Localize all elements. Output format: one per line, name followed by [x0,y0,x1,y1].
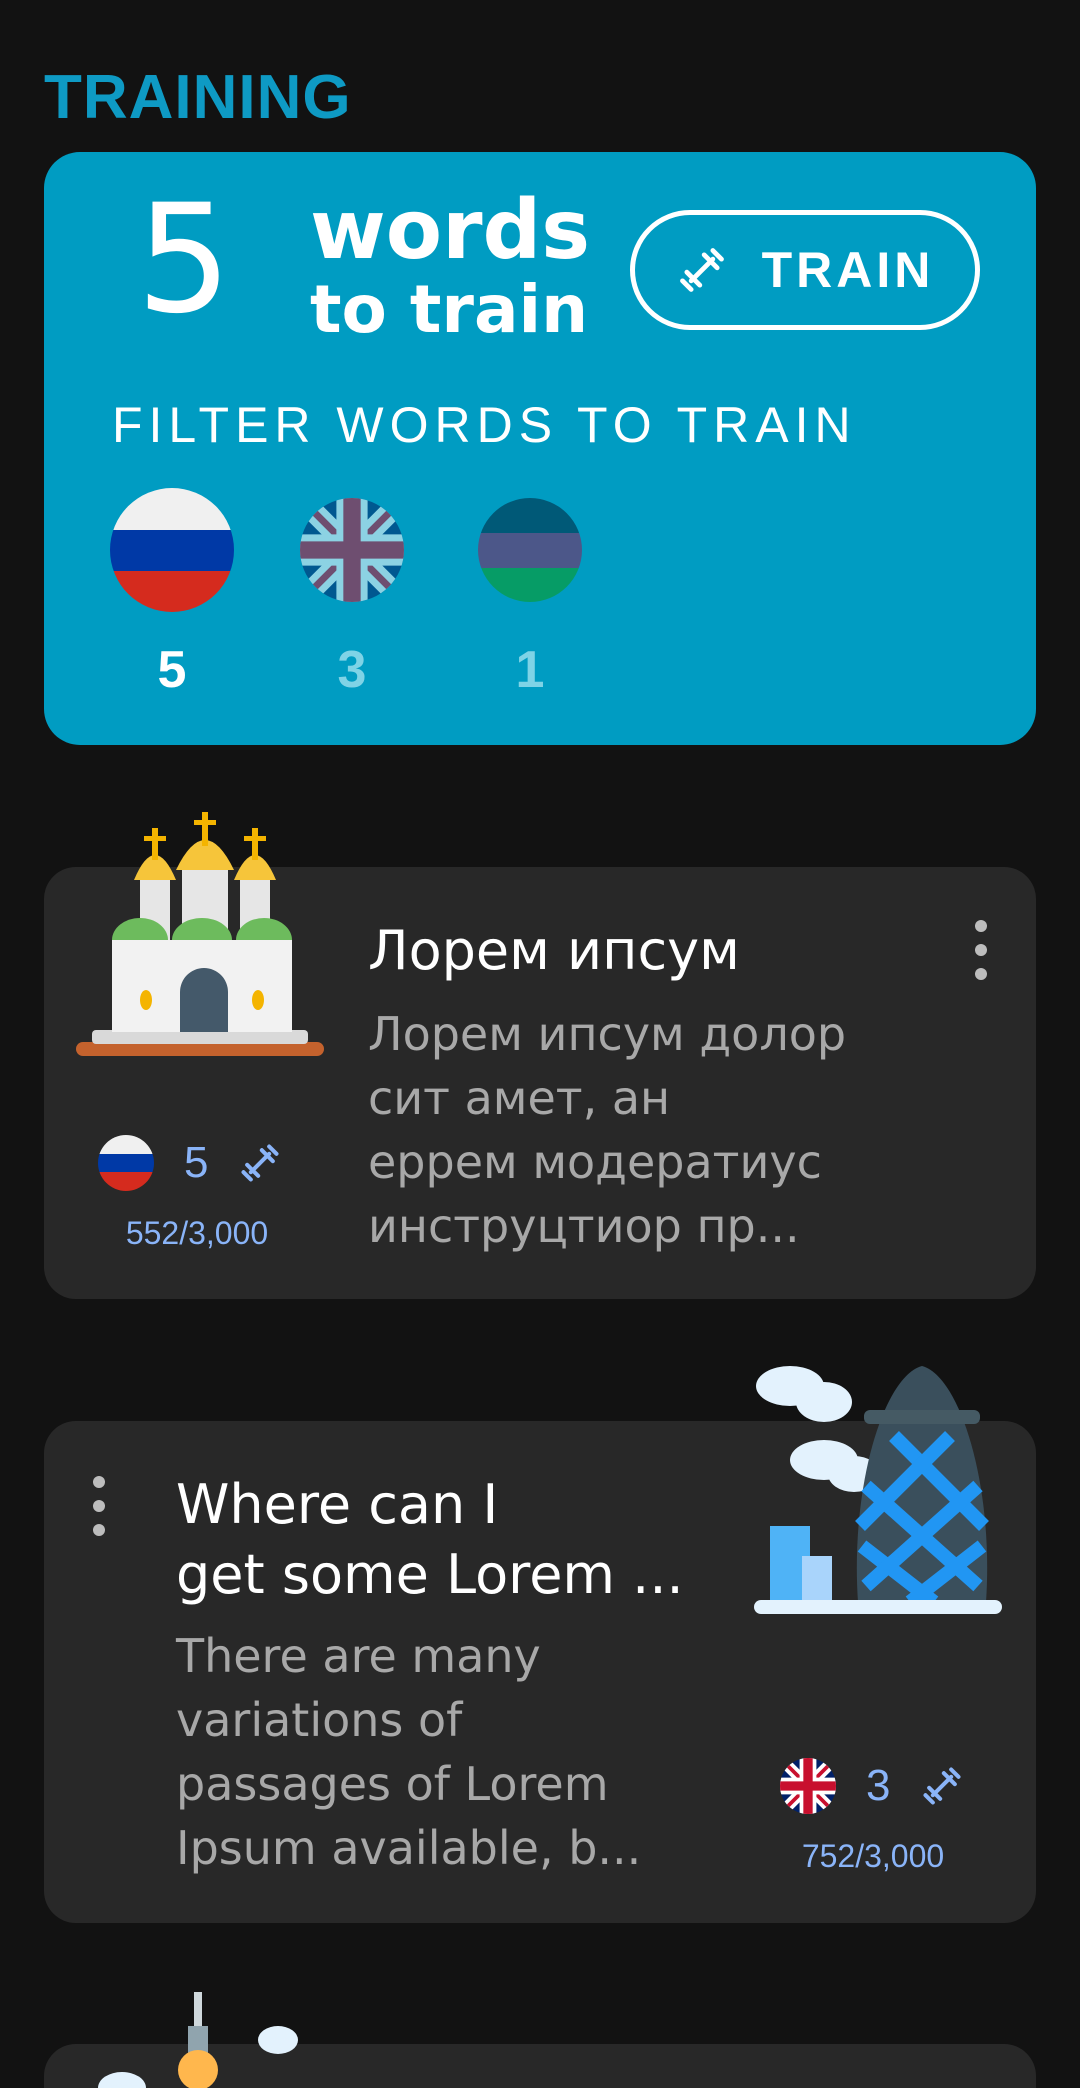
filter-tricolor[interactable]: 1 [468,488,592,700]
dumbbell-icon [241,1144,280,1182]
book-menu-button[interactable] [84,1476,114,1536]
filter-count: 3 [337,641,367,699]
train-button-label: TRAIN [761,242,935,298]
book-title: Лорем ипсум [368,919,740,982]
book-description: Лорем ипсум долор сит амет, ан еррем мод… [368,1007,847,1253]
tricolor-flag-icon [478,498,582,602]
book-stats: 3 [780,1758,964,1814]
uk-flag-icon [300,498,404,602]
church-illustration [76,812,324,1056]
russia-flag-icon [98,1135,154,1191]
book-progress: 552/3,000 [125,1215,269,1251]
words-to-train-count: 5 [184,1138,209,1187]
book-menu-button[interactable] [966,920,996,980]
dumbbell-icon [923,1767,962,1805]
filter-count: 5 [157,641,187,699]
filter-uk[interactable]: 3 [290,488,414,700]
book-progress: 752/3,000 [801,1838,945,1874]
words-to-train-count: 5 [136,173,232,347]
words-label: words [310,183,591,278]
dumbbell-icon [679,248,724,292]
to-train-label: to train [310,271,589,348]
more-vert-icon [93,1476,105,1488]
book-stats: 5 [98,1135,282,1191]
filter-title: FILTER WORDS TO TRAIN [112,397,857,453]
russia-flag-icon [110,488,234,612]
book-title: Where can I get some Lorem ... [176,1473,684,1606]
book-description: There are many variations of passages of… [176,1629,642,1875]
train-button[interactable]: TRAIN [630,210,980,330]
gherkin-tower-illustration [754,1366,1002,1614]
tower-illustration [98,1992,298,2088]
words-to-train-count: 3 [866,1761,891,1810]
filter-count: 1 [515,641,545,699]
filter-russia[interactable]: 5 [110,488,234,700]
section-title: TRAINING [44,63,352,132]
more-vert-icon [975,920,987,932]
uk-flag-icon [780,1758,836,1814]
